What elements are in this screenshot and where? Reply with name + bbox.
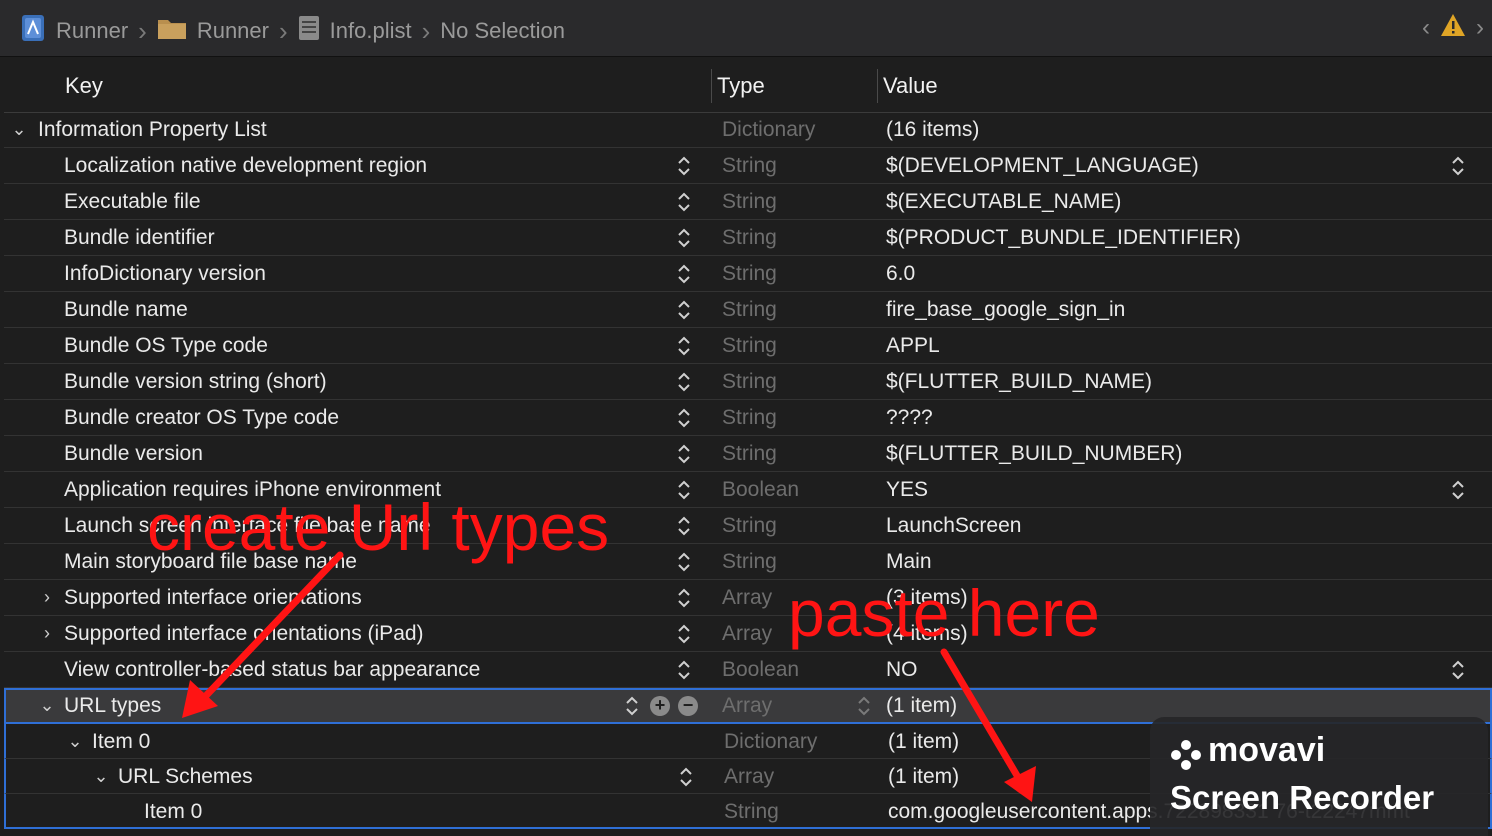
watermark-brand: movavi [1208,731,1326,769]
watermark: movavi Screen Recorder [1150,717,1488,836]
watermark-title: Screen Recorder [1170,779,1435,816]
arrow-to-value-cell [940,648,1036,802]
movavi-logo-icon [1171,740,1201,770]
annotation-arrows [182,551,1036,802]
arrow-to-url-types [182,551,344,718]
